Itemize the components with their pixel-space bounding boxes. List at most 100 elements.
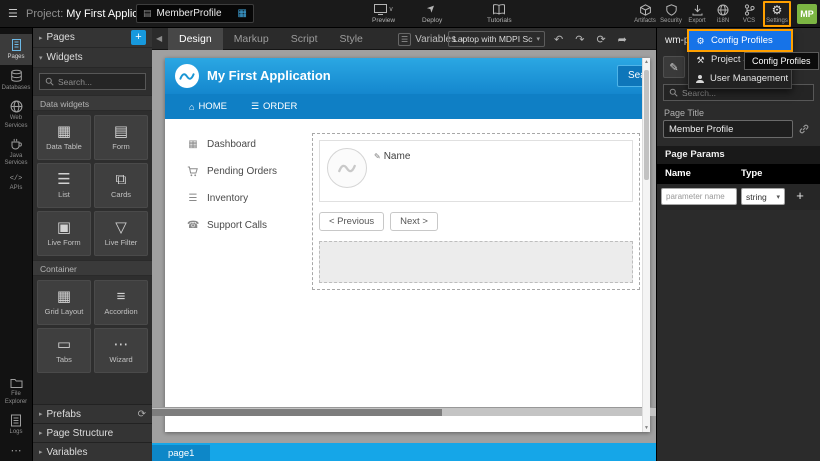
device-dropdown[interactable]: Laptop with MDPI Screen ▾ [448, 31, 545, 47]
widget-tile-accordion[interactable]: ≡Accordion [94, 280, 148, 325]
menu-item-support-calls[interactable]: ☎Support Calls [165, 212, 310, 239]
widget-tile-tabs[interactable]: ▭Tabs [37, 328, 91, 373]
param-type-select[interactable]: string ▾ [741, 188, 785, 205]
list-item-name[interactable]: ✎ Name [374, 151, 410, 162]
open-preview-icon[interactable]: ➦ [618, 33, 627, 46]
rail-item-databases[interactable]: Databases [0, 65, 32, 96]
variables-label: Variables [47, 447, 88, 458]
grid-view-icon[interactable]: ▦ [238, 8, 247, 19]
bind-link-icon[interactable] [798, 123, 810, 135]
tutorials-button[interactable]: Tutorials [487, 3, 512, 24]
tab-script[interactable]: Script [280, 28, 329, 50]
rail-item-file-explorer[interactable]: File Explorer [0, 373, 32, 409]
tab-design[interactable]: Design [168, 28, 223, 50]
nav-item-home[interactable]: ⌂HOME [189, 101, 227, 112]
widget-search[interactable] [39, 73, 146, 90]
properties-search-input[interactable] [682, 88, 808, 98]
vcs-branch-icon [744, 4, 755, 16]
redo-icon[interactable]: ↷ [575, 33, 584, 46]
scrollbar-thumb[interactable] [644, 70, 649, 180]
tab-markup[interactable]: Markup [223, 28, 280, 50]
app-logo [175, 64, 199, 88]
scroll-up-icon[interactable]: ▲ [643, 59, 650, 65]
export-label: Export [688, 18, 705, 24]
menu-config-profiles[interactable]: ⚙ Config Profiles [689, 31, 791, 50]
param-name-input[interactable] [661, 188, 737, 205]
refresh-prefabs-icon[interactable]: ⟳ [138, 409, 146, 420]
widgets-section-header[interactable]: ▾ Widgets [33, 48, 152, 68]
search-icon [669, 88, 678, 97]
menu-item-dashboard[interactable]: ▦Dashboard [165, 131, 310, 158]
preview-caret-icon[interactable]: ∨ [389, 5, 394, 13]
pagination: < Previous Next > [319, 212, 633, 231]
app-navbar: ⌂HOME ☰ORDER [165, 94, 650, 119]
page-structure-section-header[interactable]: ▸ Page Structure [33, 423, 152, 442]
main-menu-icon[interactable]: ☰ [8, 0, 18, 28]
menu-item-label: User Management [710, 73, 788, 84]
canvas-vertical-scrollbar[interactable]: ▲ ▼ [642, 58, 650, 432]
dashboard-icon: ▦ [187, 139, 199, 150]
artifacts-button[interactable]: Artifacts [632, 4, 658, 24]
collapse-arrow-icon: ▸ [39, 34, 43, 42]
selected-list-widget[interactable]: ✎ Name < Previous Next > [312, 133, 640, 290]
rail-item-apis[interactable]: </> APIs [0, 171, 32, 196]
next-button[interactable]: Next > [390, 212, 438, 231]
tab-style[interactable]: Style [329, 28, 374, 50]
empty-drop-area[interactable] [319, 241, 633, 283]
page-title-input[interactable] [663, 120, 793, 138]
widget-tile-grid-layout[interactable]: ▦Grid Layout [37, 280, 91, 325]
widget-tile-cards[interactable]: ⧉Cards [94, 163, 148, 208]
preview-button[interactable]: ∨ Preview [372, 3, 395, 24]
user-avatar[interactable]: MP [797, 4, 817, 24]
add-param-button[interactable]: + [791, 187, 809, 205]
edit-page-button[interactable]: ✎ [663, 56, 685, 78]
pages-section-header[interactable]: ▸ Pages + [33, 28, 152, 48]
i18n-button[interactable]: i18N [710, 4, 736, 24]
widget-tile-data-table[interactable]: ▦Data Table [37, 115, 91, 160]
page-tab-page1[interactable]: page1 [152, 445, 210, 461]
widget-tile-list[interactable]: ☰List [37, 163, 91, 208]
rail-item-pages[interactable]: Pages [0, 34, 32, 65]
security-button[interactable]: Security [658, 4, 684, 24]
more-icon[interactable]: ⋯ [11, 440, 22, 461]
app-title: My First Application [207, 58, 331, 94]
refresh-canvas-icon[interactable]: ⟳ [596, 33, 605, 46]
menu-item-label: Support Calls [207, 220, 267, 231]
nav-item-order[interactable]: ☰ORDER [251, 101, 297, 112]
scroll-down-icon[interactable]: ▼ [643, 425, 650, 431]
scrollbar-thumb[interactable] [152, 409, 442, 416]
widget-tile-label: Cards [111, 190, 131, 199]
export-button[interactable]: Export [684, 4, 710, 24]
widget-tile-wizard[interactable]: ⋯Wizard [94, 328, 148, 373]
undo-icon[interactable]: ↶ [554, 33, 563, 46]
menu-user-management[interactable]: User Management [689, 69, 791, 88]
canvas-horizontal-scrollbar[interactable] [152, 407, 656, 416]
rail-item-java-services[interactable]: Java Services [0, 134, 32, 171]
deploy-label: Deploy [422, 17, 442, 24]
deploy-button[interactable]: ➤ Deploy [422, 3, 442, 24]
container-widgets-label: Container [33, 260, 152, 276]
menu-item-inventory[interactable]: ☰Inventory [165, 185, 310, 212]
search-icon [45, 77, 54, 86]
left-rail: Pages Databases Web Services Java Servic… [0, 28, 32, 461]
export-download-icon [692, 4, 703, 16]
add-page-button[interactable]: + [131, 30, 146, 45]
vcs-button[interactable]: VCS [736, 4, 762, 24]
variables-section-header[interactable]: ▸ Variables [33, 442, 152, 461]
previous-button[interactable]: < Previous [319, 212, 384, 231]
rail-item-logs[interactable]: Logs [0, 410, 32, 440]
widget-tile-form[interactable]: ▤Form [94, 115, 148, 160]
page-selector[interactable]: ▤ MemberProfile ▦ [136, 4, 254, 23]
widget-search-input[interactable] [58, 77, 140, 87]
prefabs-section-header[interactable]: ▸ Prefabs ⟳ [33, 404, 152, 423]
app-header[interactable]: My First Application Search [165, 58, 650, 94]
design-canvas[interactable]: My First Application Search ⌂HOME ☰ORDER… [165, 58, 650, 432]
rail-item-web-services[interactable]: Web Services [0, 96, 32, 133]
widget-tile-live-filter[interactable]: ▽Live Filter [94, 211, 148, 256]
deploy-rocket-icon: ➤ [426, 2, 439, 15]
settings-button[interactable]: ⚙ Settings [763, 1, 791, 27]
widget-tile-live-form[interactable]: ▣Live Form [37, 211, 91, 256]
list-item[interactable]: ✎ Name [319, 140, 633, 202]
menu-item-pending-orders[interactable]: Pending Orders [165, 158, 310, 185]
collapse-panel-icon[interactable]: ◀ [156, 28, 162, 50]
